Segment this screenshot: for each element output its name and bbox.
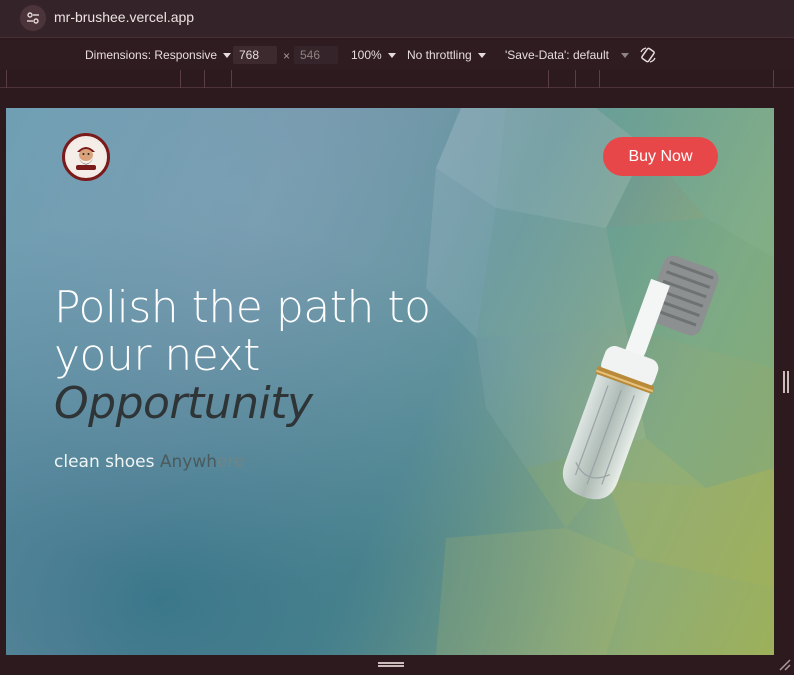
ruler-tick [180,70,181,88]
typing-word-tail: ere [217,452,245,472]
height-input[interactable]: 546 [294,46,338,64]
ruler-tick [599,70,600,88]
ruler-tick [231,70,232,88]
chevron-down-icon [477,53,486,59]
dimensions-label: Dimensions: Responsive [85,48,218,62]
rotate-icon[interactable] [639,46,657,64]
ruler-tick [575,70,576,88]
device-toolbar: Dimensions: Responsive 768 × 546 100% No… [0,40,794,70]
headline-emphasis: Opportunity [54,378,313,429]
tune-icon [27,12,39,24]
device-viewport: Buy Now Polish the path to your next Opp… [6,108,774,655]
media-query-ruler [0,70,794,88]
url-text[interactable]: mr-brushee.vercel.app [54,9,194,25]
ruler-tick [6,70,7,88]
headline-line-1: Polish the path to [54,282,431,333]
save-data-label: 'Save-Data': default [505,48,609,62]
bearded-man-logo-icon [68,139,104,175]
zoom-dropdown[interactable]: 100% [351,48,396,62]
throttling-dropdown[interactable]: No throttling [407,48,486,62]
typing-word: Anywh [159,452,218,472]
bottom-resize-handle[interactable] [0,655,794,675]
chevron-down-icon [387,53,396,59]
resize-grip-icon [378,662,404,667]
hero-subtitle: clean shoes Anywhere [54,452,245,472]
browser-address-bar: mr-brushee.vercel.app [0,0,794,38]
pixel-ruler [0,88,794,108]
width-input[interactable]: 768 [233,46,277,64]
hero-headline: Polish the path to your next Opportunity [54,284,474,428]
resize-grip-icon [783,371,789,393]
subtitle-prefix: clean shoes [54,452,155,472]
zoom-label: 100% [351,48,382,62]
chevron-down-icon [223,53,232,59]
ruler-tick [548,70,549,88]
right-resize-handle[interactable] [778,108,794,655]
ruler-tick [773,70,774,88]
ruler-tick [204,70,205,88]
site-info-button[interactable] [20,5,46,31]
shoe-brush-product-image [562,255,719,500]
dimensions-dropdown[interactable]: Dimensions: Responsive [85,48,232,62]
times-separator: × [283,49,291,63]
corner-resize-icon[interactable] [778,658,792,672]
save-data-dropdown[interactable]: 'Save-Data': default [505,48,609,62]
save-data-chevron-icon[interactable] [621,53,629,58]
throttling-label: No throttling [407,48,472,62]
buy-now-button[interactable]: Buy Now [603,137,718,176]
headline-line-2: your next [54,330,260,381]
brand-logo[interactable] [62,133,110,181]
